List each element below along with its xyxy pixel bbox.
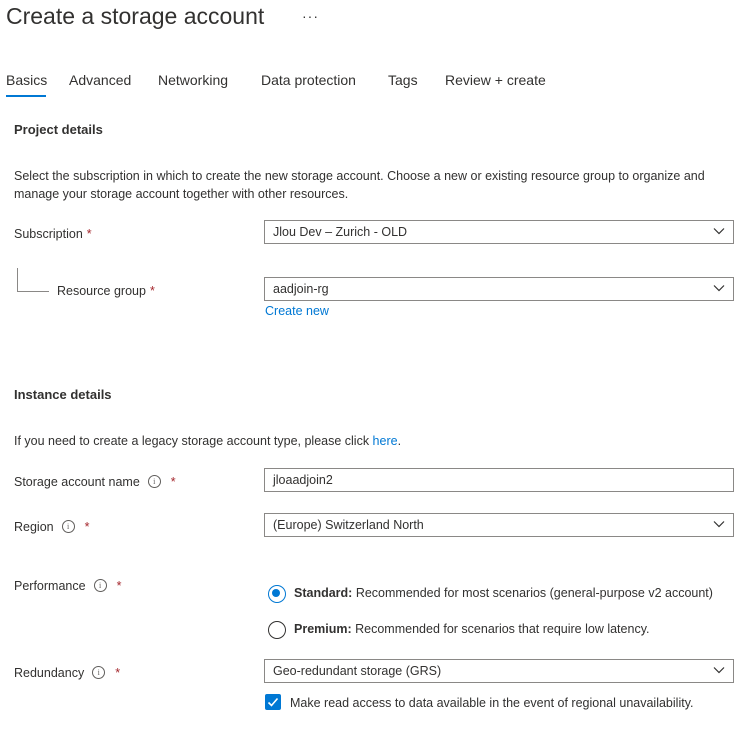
instance-details-heading: Instance details <box>14 387 112 402</box>
storage-account-name-input[interactable]: jloaadjoin2 <box>264 468 734 492</box>
info-icon[interactable]: i <box>92 666 106 680</box>
redundancy-value: Geo-redundant storage (GRS) <box>273 664 442 678</box>
read-access-label[interactable]: Make read access to data available in th… <box>290 696 694 710</box>
storage-account-name-label: Storage account name i * <box>14 475 176 489</box>
required-marker: * <box>115 666 121 680</box>
project-details-description: Select the subscription in which to crea… <box>14 169 705 201</box>
resource-group-label-text: Resource group <box>57 284 146 298</box>
more-options-button[interactable]: ··· <box>302 8 319 24</box>
subscription-label-text: Subscription <box>14 227 83 241</box>
storage-account-name-value: jloaadjoin2 <box>273 473 333 487</box>
tab-data-protection[interactable]: Data protection <box>261 72 356 88</box>
info-icon[interactable]: i <box>93 579 107 593</box>
storage-account-name-label-text: Storage account name <box>14 475 140 489</box>
resource-group-select[interactable]: aadjoin-rg <box>264 277 734 301</box>
performance-premium-option[interactable]: Premium: Recommended for scenarios that … <box>294 622 649 636</box>
performance-label: Performance i * <box>14 579 121 593</box>
tab-review-create[interactable]: Review + create <box>445 72 546 88</box>
performance-premium-radio[interactable] <box>268 621 286 639</box>
performance-standard-radio[interactable] <box>268 585 286 603</box>
performance-standard-option[interactable]: Standard: Recommended for most scenarios… <box>294 586 713 600</box>
tree-connector-vertical <box>17 268 18 292</box>
chevron-down-icon <box>713 228 725 235</box>
create-new-resource-group-link[interactable]: Create new <box>265 304 329 318</box>
performance-label-text: Performance <box>14 579 86 593</box>
required-marker: * <box>170 475 176 489</box>
legacy-account-text: If you need to create a legacy storage a… <box>14 432 401 450</box>
standard-option-description: Recommended for most scenarios (general-… <box>352 586 713 600</box>
region-value: (Europe) Switzerland North <box>273 518 424 532</box>
required-marker: * <box>149 284 155 298</box>
required-marker: * <box>116 579 122 593</box>
active-tab-indicator <box>6 95 46 97</box>
tree-connector-horizontal <box>17 291 49 292</box>
subscription-value: Jlou Dev – Zurich - OLD <box>273 225 408 239</box>
standard-option-title: Standard: <box>294 586 353 600</box>
chevron-down-icon <box>713 667 725 674</box>
redundancy-label-text: Redundancy <box>14 666 85 680</box>
info-icon[interactable]: i <box>61 520 75 534</box>
page-title: Create a storage account <box>6 3 265 29</box>
resource-group-value: aadjoin-rg <box>273 282 329 296</box>
redundancy-select[interactable]: Geo-redundant storage (GRS) <box>264 659 734 683</box>
info-icon[interactable]: i <box>147 475 161 489</box>
tab-tags[interactable]: Tags <box>388 72 418 88</box>
resource-group-label: Resource group * <box>57 284 155 298</box>
chevron-down-icon <box>713 521 725 528</box>
checkmark-icon <box>267 697 279 707</box>
tab-advanced[interactable]: Advanced <box>69 72 131 88</box>
read-access-checkbox[interactable] <box>265 694 281 710</box>
redundancy-label: Redundancy i * <box>14 666 120 680</box>
legacy-account-suffix: . <box>397 434 402 448</box>
premium-option-description: Recommended for scenarios that require l… <box>351 622 650 636</box>
region-select[interactable]: (Europe) Switzerland North <box>264 513 734 537</box>
tab-basics[interactable]: Basics <box>6 72 47 88</box>
chevron-down-icon <box>713 285 725 292</box>
premium-option-title: Premium: <box>294 622 352 636</box>
subscription-label: Subscription * <box>14 227 92 241</box>
project-details-heading: Project details <box>14 122 103 137</box>
required-marker: * <box>84 520 90 534</box>
required-marker: * <box>86 227 92 241</box>
region-label-text: Region <box>14 520 54 534</box>
tab-networking[interactable]: Networking <box>158 72 228 88</box>
region-label: Region i * <box>14 520 90 534</box>
subscription-select[interactable]: Jlou Dev – Zurich - OLD <box>264 220 734 244</box>
legacy-account-prefix: If you need to create a legacy storage a… <box>14 434 373 448</box>
legacy-account-link[interactable]: here <box>373 434 398 448</box>
